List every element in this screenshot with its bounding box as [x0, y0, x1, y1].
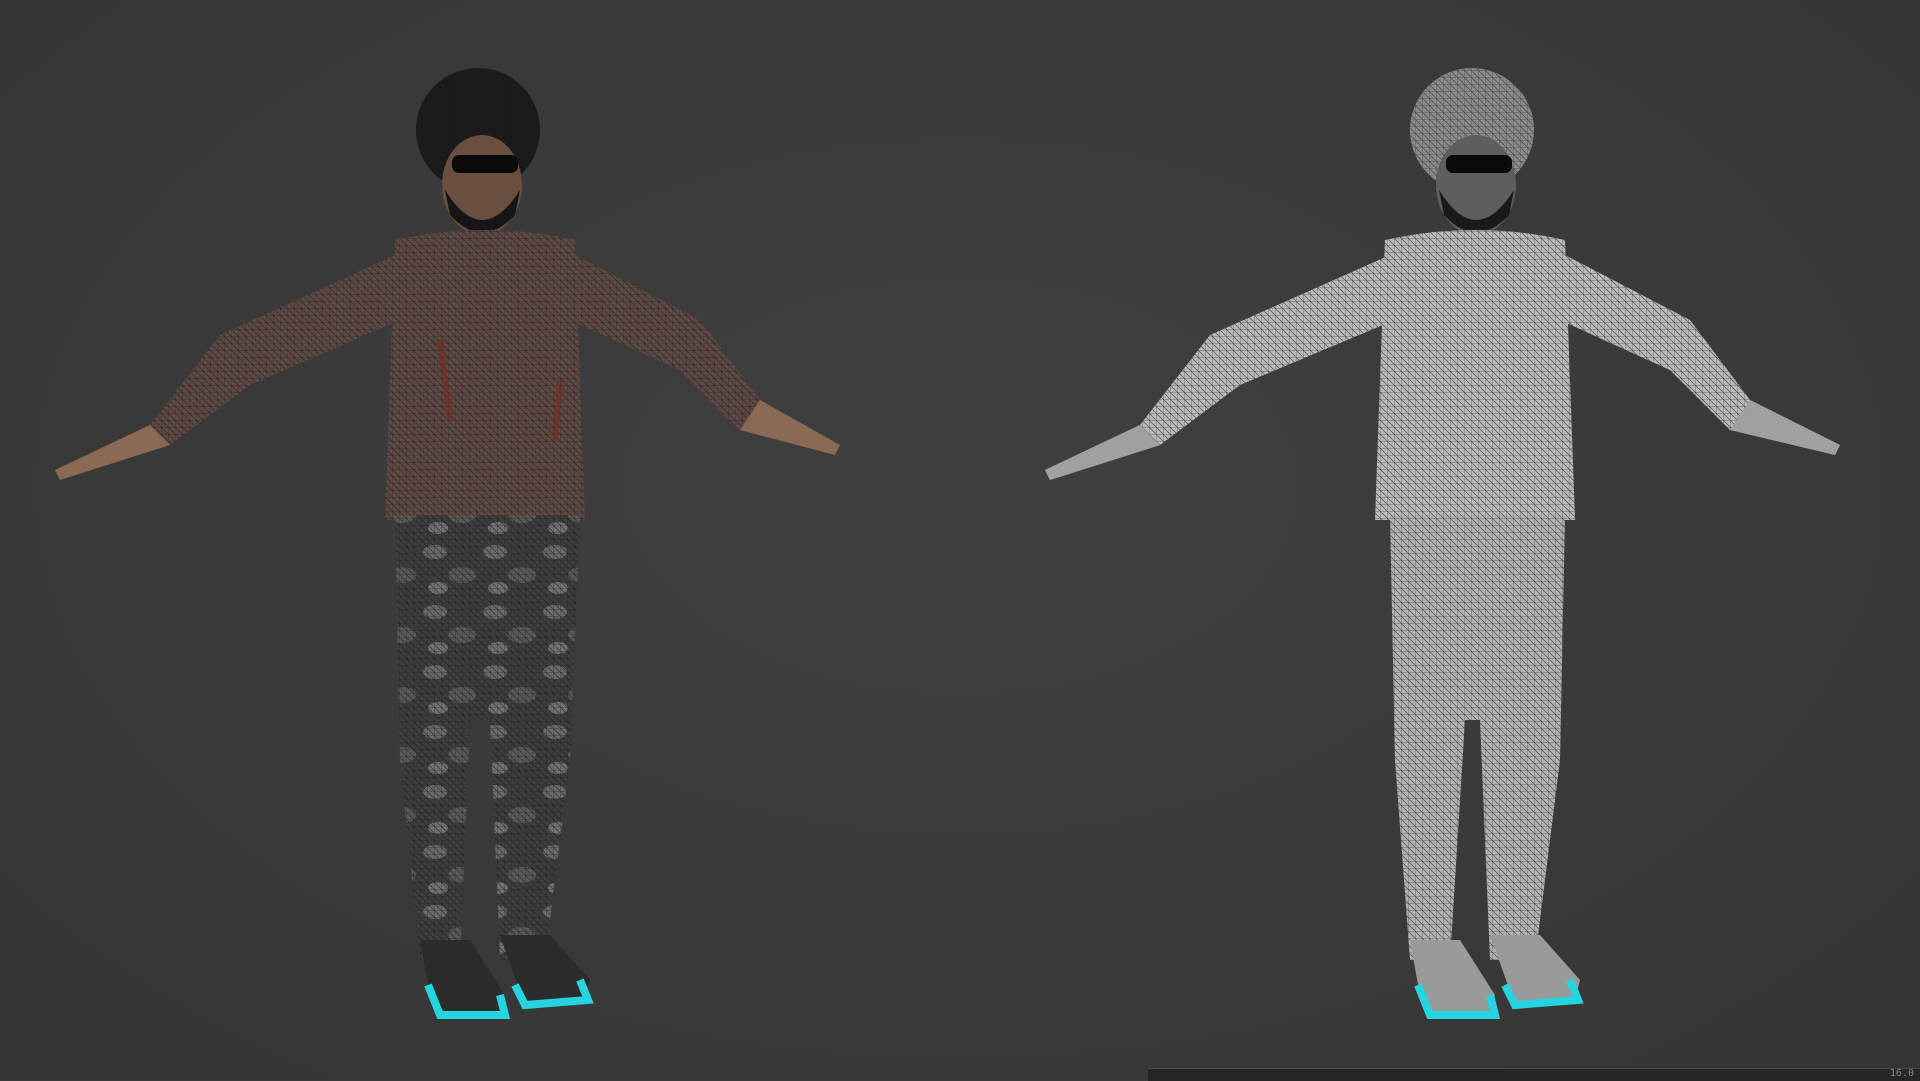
- head: [1436, 135, 1516, 235]
- shoes: [420, 935, 594, 1019]
- 3d-viewport[interactable]: 16.0: [0, 0, 1920, 1081]
- status-text: 16.0: [1889, 1068, 1914, 1079]
- sunglasses-icon: [452, 155, 518, 173]
- sunglasses-icon: [1446, 155, 1512, 173]
- model-textured-wireframe[interactable]: [0, 0, 960, 1080]
- shoes: [1410, 935, 1584, 1019]
- viewport-status-bar: 16.0: [1148, 1068, 1920, 1081]
- torso: [1375, 230, 1575, 520]
- head: [442, 135, 522, 235]
- torso: [385, 230, 585, 520]
- pants: [1390, 515, 1565, 960]
- model-clay-wireframe[interactable]: [960, 0, 1920, 1080]
- pants: [395, 515, 580, 960]
